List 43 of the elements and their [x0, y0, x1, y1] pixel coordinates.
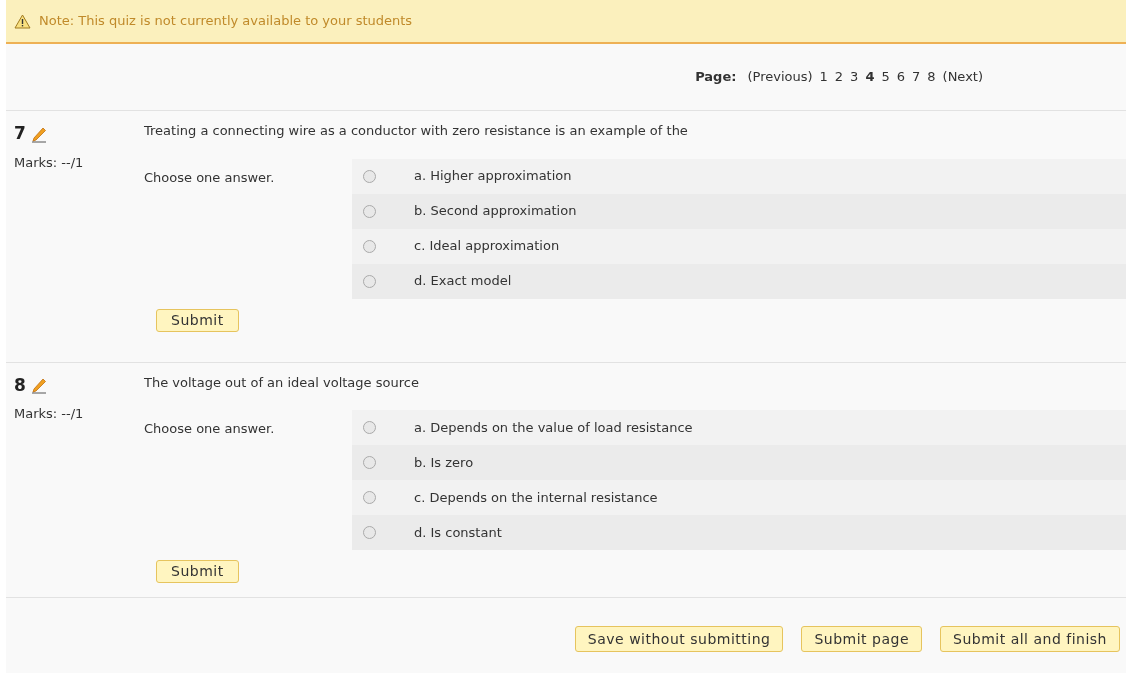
next-link[interactable]: (Next)	[942, 67, 983, 87]
radio-button[interactable]	[363, 456, 376, 469]
radio-button[interactable]	[363, 421, 376, 434]
warning-icon	[14, 13, 31, 29]
page-label: Page:	[695, 68, 737, 87]
action-button[interactable]: Save without submitting	[574, 626, 784, 652]
radio-button[interactable]	[363, 204, 376, 218]
previous-link[interactable]: (Previous)	[747, 67, 813, 87]
answer-option[interactable]: d. Exact model	[352, 263, 1126, 299]
question-text: Treating a connecting wire as a conductor with zero resistance is an example of the	[144, 122, 689, 140]
page-link[interactable]: 1	[819, 67, 828, 87]
page-link[interactable]: 3	[850, 67, 859, 87]
prompt-text: Choose one answer.	[144, 168, 276, 187]
page-link[interactable]: 5	[881, 67, 890, 87]
answer-option[interactable]: c. Depends on the internal resistance	[352, 480, 1126, 515]
radio-button[interactable]	[363, 274, 376, 288]
answer-option[interactable]: a. Depends on the value of load resistance	[352, 410, 1126, 445]
action-button[interactable]: Submit page	[801, 626, 923, 652]
marks-label: Marks: --/1	[14, 405, 85, 423]
notice-banner: Note: This quiz is not currently available to your students	[6, 0, 1126, 44]
marks-label: Marks: --/1	[14, 153, 85, 172]
answer-option[interactable]: b. Is zero	[352, 445, 1126, 480]
page-link[interactable]: 2	[834, 67, 844, 87]
pencil-icon	[29, 376, 48, 395]
submit-button[interactable]: Submit	[156, 308, 239, 332]
radio-button[interactable]	[363, 169, 376, 183]
page-link[interactable]: 8	[927, 67, 936, 87]
radio-button[interactable]	[363, 491, 376, 504]
action-button[interactable]: Submit all and finish	[940, 626, 1120, 652]
question-text: The voltage out of an ideal voltage source	[144, 373, 420, 392]
answer-option[interactable]: d. Is constant	[352, 515, 1126, 550]
page-link[interactable]: 4	[865, 67, 875, 87]
answer-option[interactable]: a. Higher approximation	[352, 158, 1126, 194]
submit-button[interactable]: Submit	[156, 560, 239, 583]
question-number: 8	[14, 373, 26, 397]
radio-button[interactable]	[363, 239, 376, 253]
question-number: 7	[14, 122, 26, 145]
prompt-text: Choose one answer.	[144, 420, 276, 438]
answer-option[interactable]: c. Ideal approximation	[352, 228, 1126, 264]
answer-option[interactable]: b. Second approximation	[352, 193, 1126, 229]
page-link[interactable]: 7	[912, 67, 921, 87]
radio-button[interactable]	[363, 526, 376, 539]
page-link[interactable]: 6	[896, 67, 905, 87]
